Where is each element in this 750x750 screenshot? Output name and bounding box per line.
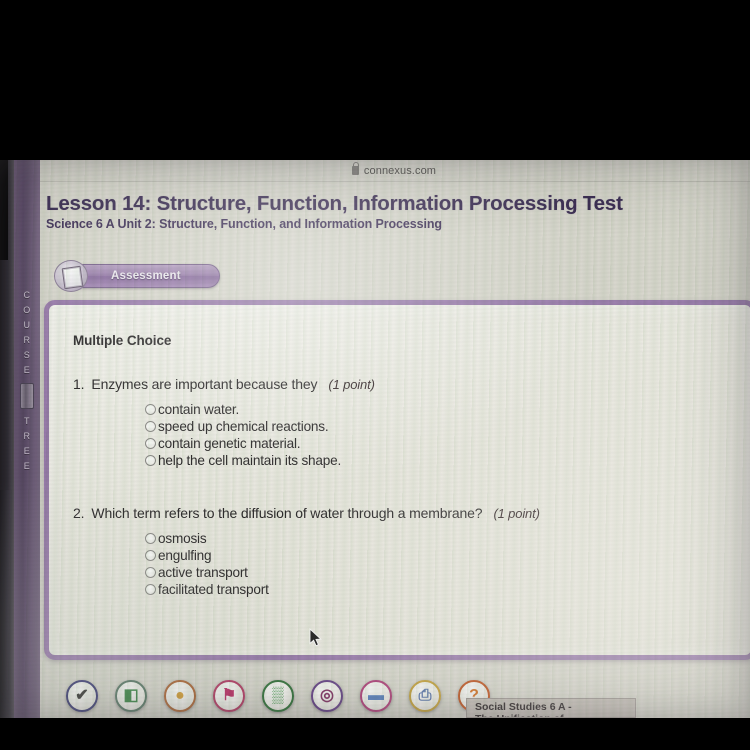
tab-assessment[interactable]: Assessment <box>70 264 220 288</box>
window-pane-icon-glyph: ▬ <box>368 687 384 704</box>
question-1-choice-3[interactable]: help the cell maintain its shape. <box>145 452 727 469</box>
question-1-choice-2[interactable]: contain genetic material. <box>145 435 727 452</box>
radio-button-icon[interactable] <box>145 438 156 449</box>
course-tree-label: C O U R S E T R E E <box>14 288 40 474</box>
green-book-icon[interactable]: ◧ <box>115 680 147 712</box>
printer-icon[interactable]: ⎙ <box>409 680 441 712</box>
checkmark-icon-glyph: ✔ <box>75 687 89 704</box>
choice-label: osmosis <box>158 531 207 546</box>
question-1-number: 1. <box>73 376 85 392</box>
question-2-choice-0[interactable]: osmosis <box>145 530 727 547</box>
question-1-choice-0[interactable]: contain water. <box>145 401 727 418</box>
question-2-choice-2[interactable]: active transport <box>145 564 727 581</box>
monitor-bezel-left-upper <box>0 160 8 260</box>
course-tree-rail[interactable]: C O U R S E T R E E <box>14 160 40 718</box>
radio-button-icon[interactable] <box>145 421 156 432</box>
gold-coins-icon-glyph: ● <box>175 687 185 704</box>
puzzle-grid-icon[interactable]: ▒ <box>262 680 294 712</box>
question-1-line: 1. Enzymes are important because they (1… <box>73 376 727 392</box>
question-1-text: Enzymes are important because they <box>91 376 318 392</box>
rail-letter: R <box>23 335 31 345</box>
rail-letter: E <box>23 446 31 456</box>
question-2: 2. Which term refers to the diffusion of… <box>73 505 727 598</box>
question-2-points: (1 point) <box>493 506 540 521</box>
question-panel-inner: Multiple Choice 1. Enzymes are important… <box>49 305 750 655</box>
radio-button-icon[interactable] <box>145 567 156 578</box>
choice-label: contain genetic material. <box>158 436 301 451</box>
lock-icon <box>351 162 360 175</box>
question-1-choice-1[interactable]: speed up chemical reactions. <box>145 418 727 435</box>
rail-letter: C <box>23 290 31 300</box>
rail-letter: S <box>23 350 31 360</box>
browser-url-bar[interactable]: connexus.com <box>38 160 750 182</box>
radio-button-icon[interactable] <box>145 404 156 415</box>
tab-assessment-label: Assessment <box>111 270 181 282</box>
course-subtitle: Science 6 A Unit 2: Structure, Function,… <box>46 217 442 231</box>
choice-label: facilitated transport <box>158 582 269 597</box>
choice-label: active transport <box>158 565 248 580</box>
pushpin-icon-glyph: ⚑ <box>221 687 237 704</box>
assessment-tab-row: Assessment <box>48 260 348 294</box>
photo-black-band-top <box>0 0 750 160</box>
page-title-block: Lesson 14: Structure, Function, Informat… <box>46 192 706 231</box>
url-host-text: connexus.com <box>363 164 437 177</box>
radio-button-icon[interactable] <box>145 455 156 466</box>
printer-icon-glyph: ⎙ <box>418 687 432 704</box>
choice-label: help the cell maintain its shape. <box>158 453 342 468</box>
question-1-points: (1 point) <box>328 377 375 392</box>
checkmark-icon[interactable]: ✔ <box>66 680 98 712</box>
rail-letter: R <box>23 431 31 441</box>
bottom-toolbar: ✔ ◧ ● ⚑ ▒ ◎ ▬ ⎙? <box>44 672 750 718</box>
rail-letter: E <box>23 365 31 375</box>
question-1: 1. Enzymes are important because they (1… <box>73 376 727 469</box>
lesson-page: Lesson 14: Structure, Function, Informat… <box>40 182 750 718</box>
rail-letter: U <box>23 320 31 330</box>
target-dartboard-icon[interactable]: ◎ <box>311 680 343 712</box>
radio-button-icon[interactable] <box>145 533 156 544</box>
radio-button-icon[interactable] <box>145 584 156 595</box>
gold-coins-icon[interactable]: ● <box>164 680 196 712</box>
question-2-text: Which term refers to the diffusion of wa… <box>91 505 483 521</box>
pushpin-icon[interactable]: ⚑ <box>213 680 245 712</box>
question-2-choice-3[interactable]: facilitated transport <box>145 581 727 598</box>
puzzle-grid-icon-glyph: ▒ <box>272 687 284 704</box>
question-2-line: 2. Which term refers to the diffusion of… <box>73 505 727 521</box>
rail-letter: T <box>24 416 30 426</box>
monitor-bezel-left-lower <box>0 490 10 718</box>
radio-button-icon[interactable] <box>145 550 156 561</box>
rail-letter: E <box>23 461 31 471</box>
choice-label: speed up chemical reactions. <box>158 419 329 434</box>
question-2-choices: osmosis engulfing active transport facil… <box>145 530 727 598</box>
course-tree-drag-handle[interactable] <box>20 383 34 409</box>
page-title: Lesson 14: Structure, Function, Informat… <box>46 192 623 215</box>
question-panel: Multiple Choice 1. Enzymes are important… <box>44 300 750 660</box>
screenshot-root: connexus.com C O U R S E T R E E Lesson … <box>0 0 750 750</box>
monitor-photo-area: connexus.com C O U R S E T R E E Lesson … <box>0 160 750 718</box>
target-dartboard-icon-glyph: ◎ <box>320 687 334 704</box>
question-2-choice-1[interactable]: engulfing <box>145 547 727 564</box>
choice-label: contain water. <box>158 402 240 417</box>
photo-black-band-bottom <box>0 718 750 750</box>
section-heading: Multiple Choice <box>73 333 172 348</box>
course-popup[interactable]: Social Studies 6 A - The Unification of <box>466 698 636 718</box>
rail-letter: O <box>23 305 31 315</box>
question-1-choices: contain water. speed up chemical reactio… <box>145 401 727 469</box>
green-book-icon-glyph: ◧ <box>123 687 139 704</box>
window-pane-icon[interactable]: ▬ <box>360 680 392 712</box>
question-2-number: 2. <box>73 505 85 521</box>
choice-label: engulfing <box>158 548 212 563</box>
assessment-book-icon <box>54 260 88 292</box>
popup-line-1: Social Studies 6 A - <box>475 701 572 713</box>
